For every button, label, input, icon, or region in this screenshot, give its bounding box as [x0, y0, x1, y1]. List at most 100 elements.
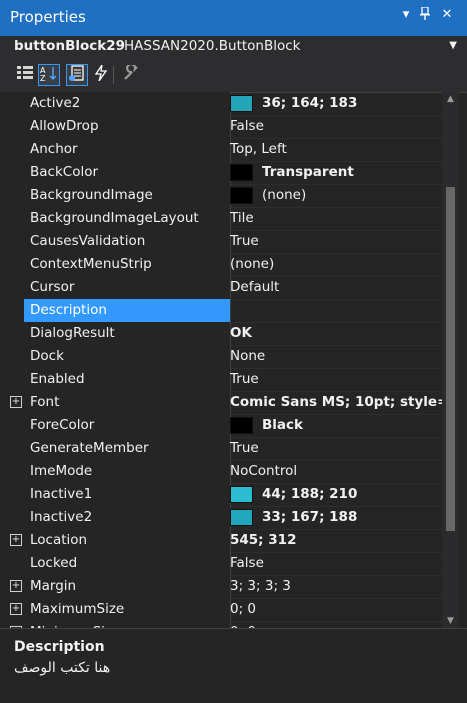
property-name[interactable]: BackgroundImage [24, 184, 231, 207]
property-value[interactable]: Black [262, 414, 442, 437]
property-name[interactable]: CausesValidation [24, 230, 231, 253]
row-margin [0, 115, 24, 138]
color-swatch [230, 417, 253, 434]
property-value[interactable]: 545; 312 [230, 529, 442, 552]
property-row-anchor[interactable]: Anchor Top, Left [0, 138, 442, 162]
property-name[interactable]: DialogResult [24, 322, 231, 345]
property-name[interactable]: MinimumSize [24, 621, 231, 628]
property-name[interactable]: ForeColor [24, 414, 231, 437]
property-row-causesvalidation[interactable]: CausesValidation True [0, 230, 442, 254]
object-selector[interactable]: buttonBlock29 HASSAN2020.ButtonBlock ▼ [0, 36, 467, 61]
property-value[interactable]: True [230, 368, 442, 391]
property-value[interactable]: Tile [230, 207, 442, 230]
property-value[interactable]: None [230, 345, 442, 368]
property-row-maximumsize[interactable]: + MaximumSize 0; 0 [0, 598, 442, 622]
property-name[interactable]: GenerateMember [24, 437, 231, 460]
property-row-margin[interactable]: + Margin 3; 3; 3; 3 [0, 575, 442, 599]
expand-plus-icon[interactable]: + [10, 580, 22, 592]
property-value[interactable]: Transparent [262, 161, 442, 184]
row-margin [0, 460, 24, 483]
property-row-cursor[interactable]: Cursor Default [0, 276, 442, 300]
property-value[interactable]: NoControl [230, 460, 442, 483]
property-name[interactable]: Location [24, 529, 231, 552]
chevron-down-icon[interactable]: ▼ [449, 40, 457, 51]
property-name[interactable]: Margin [24, 575, 231, 598]
property-row-backcolor[interactable]: BackColor Transparent [0, 161, 442, 185]
vertical-scrollbar[interactable]: ▲ ▼ [442, 92, 459, 628]
row-margin [0, 92, 24, 115]
property-grid: Active2 36; 164; 183 AllowDrop False Anchor T… [0, 92, 442, 628]
property-row-dock[interactable]: Dock None [0, 345, 442, 369]
description-title: Description [14, 639, 105, 655]
property-name[interactable]: BackColor [24, 161, 231, 184]
property-row-active2[interactable]: Active2 36; 164; 183 [0, 92, 442, 116]
property-pages-icon[interactable] [120, 63, 142, 86]
property-row-inactive1[interactable]: Inactive1 44; 188; 210 [0, 483, 442, 507]
property-name[interactable]: Anchor [24, 138, 231, 161]
row-margin [0, 230, 24, 253]
scroll-down-arrow-icon[interactable]: ▼ [445, 616, 456, 626]
property-name[interactable]: Inactive2 [24, 506, 231, 529]
property-value[interactable]: False [230, 115, 442, 138]
property-name[interactable]: Locked [24, 552, 231, 575]
properties-icon[interactable] [66, 64, 88, 86]
property-name[interactable]: AllowDrop [24, 115, 231, 138]
description-text: هنا تكتب الوصف [14, 660, 111, 676]
property-row-locked[interactable]: Locked False [0, 552, 442, 576]
property-row-forecolor[interactable]: ForeColor Black [0, 414, 442, 438]
property-name[interactable]: MaximumSize [24, 598, 231, 621]
property-row-dialogresult[interactable]: DialogResult OK [0, 322, 442, 346]
events-icon[interactable] [90, 64, 112, 86]
property-value[interactable]: Comic Sans MS; 10pt; style=Bo [230, 391, 442, 414]
scrollbar-thumb[interactable] [446, 187, 455, 531]
expand-plus-icon[interactable]: + [10, 534, 22, 546]
property-name[interactable]: ImeMode [24, 460, 231, 483]
pin-icon[interactable] [417, 6, 433, 24]
property-row-imemode[interactable]: ImeMode NoControl [0, 460, 442, 484]
property-name[interactable]: Inactive1 [24, 483, 231, 506]
expand-plus-icon[interactable]: + [10, 603, 22, 615]
property-row-inactive2[interactable]: Inactive2 33; 167; 188 [0, 506, 442, 530]
property-value[interactable]: Default [230, 276, 442, 299]
window-menu-dropdown-icon[interactable]: ▾ [398, 7, 414, 22]
property-value[interactable]: (none) [262, 184, 442, 207]
property-name[interactable]: BackgroundImageLayout [24, 207, 231, 230]
property-name[interactable]: Description [24, 299, 231, 322]
property-value[interactable]: OK [230, 322, 442, 345]
property-value[interactable]: True [230, 230, 442, 253]
property-row-minimumsize[interactable]: +MinimumSize0; 0 [0, 621, 442, 628]
property-row-allowdrop[interactable]: AllowDrop False [0, 115, 442, 139]
property-value[interactable]: 0; 0 [230, 621, 442, 628]
property-value[interactable]: (none) [230, 253, 442, 276]
alphabetical-icon[interactable]: AZ [38, 64, 60, 86]
property-row-enabled[interactable]: Enabled True [0, 368, 442, 392]
property-row-location[interactable]: + Location 545; 312 [0, 529, 442, 553]
property-value[interactable]: False [230, 552, 442, 575]
scroll-up-arrow-icon[interactable]: ▲ [445, 94, 456, 104]
property-name[interactable]: Active2 [24, 92, 231, 115]
close-icon[interactable]: ✕ [439, 7, 455, 22]
property-row-font[interactable]: +FontComic Sans MS; 10pt; style=Bo [0, 391, 442, 415]
property-value[interactable]: True [230, 437, 442, 460]
property-name[interactable]: Cursor [24, 276, 231, 299]
property-row-description[interactable]: Description [0, 299, 442, 323]
property-value[interactable]: 0; 0 [230, 598, 442, 621]
property-row-backgroundimage[interactable]: BackgroundImage (none) [0, 184, 442, 208]
property-value[interactable]: 33; 167; 188 [262, 506, 442, 529]
row-margin: + [0, 575, 24, 598]
row-margin: + [0, 391, 24, 414]
property-name[interactable]: ContextMenuStrip [24, 253, 231, 276]
categorized-icon[interactable] [14, 64, 36, 86]
property-name[interactable]: Font [24, 391, 231, 414]
expand-plus-icon[interactable]: + [10, 396, 22, 408]
property-value[interactable] [230, 299, 442, 322]
property-row-backgroundimagelayout[interactable]: BackgroundImageLayout Tile [0, 207, 442, 231]
property-name[interactable]: Enabled [24, 368, 231, 391]
property-row-contextmenustrip[interactable]: ContextMenuStrip (none) [0, 253, 442, 277]
property-value[interactable]: Top, Left [230, 138, 442, 161]
property-row-generatemember[interactable]: GenerateMember True [0, 437, 442, 461]
property-value[interactable]: 3; 3; 3; 3 [230, 575, 442, 598]
property-value[interactable]: 36; 164; 183 [262, 92, 442, 115]
property-name[interactable]: Dock [24, 345, 231, 368]
property-value[interactable]: 44; 188; 210 [262, 483, 442, 506]
